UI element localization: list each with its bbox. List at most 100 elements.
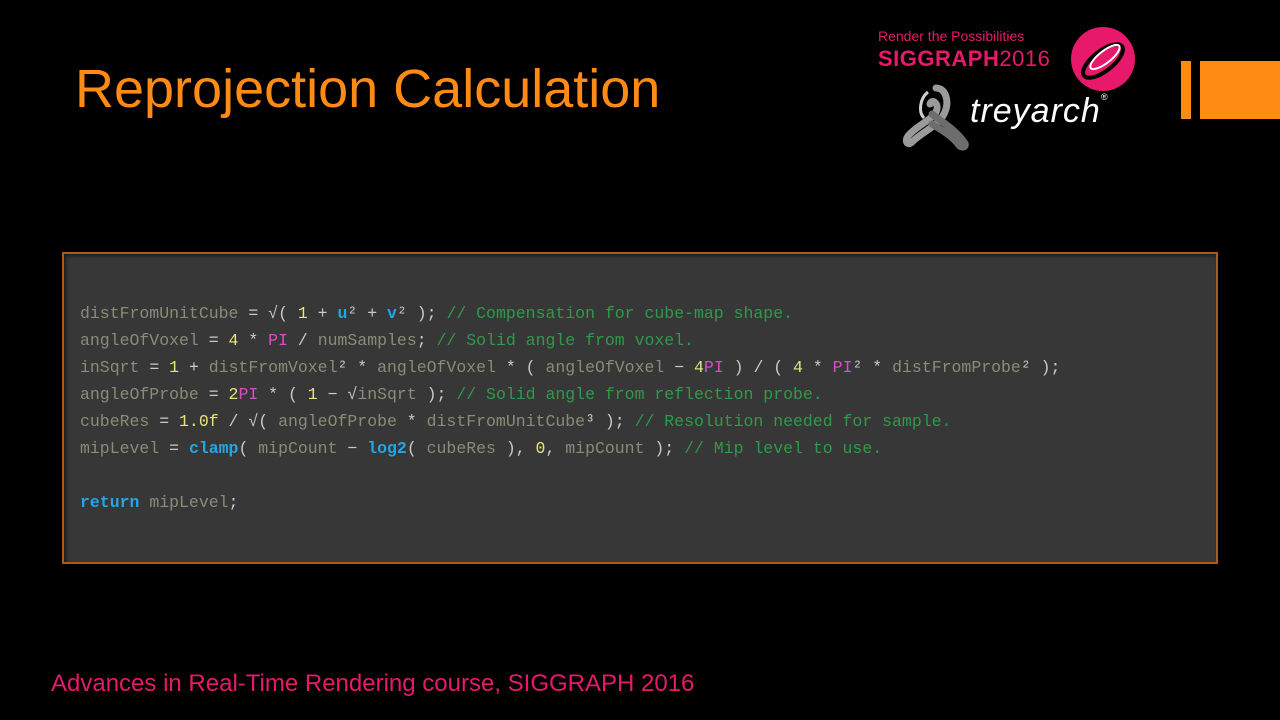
- code-comment: // Solid angle from reflection probe.: [456, 385, 823, 404]
- identifier: angleOfProbe: [80, 385, 199, 404]
- tagline: Render the Possibilities: [878, 28, 1025, 44]
- footer-text: Advances in Real-Time Rendering course, …: [51, 670, 695, 697]
- keyword: u: [337, 304, 348, 323]
- operator: /: [218, 412, 249, 431]
- identifier: mipCount: [565, 439, 645, 458]
- siggraph-treyarch-logo: Render the Possibilities SIGGRAPH2016 tr…: [878, 27, 1148, 153]
- operator: −: [664, 358, 695, 377]
- number: 1: [169, 358, 180, 377]
- constant: PI: [703, 358, 724, 377]
- operator: −: [337, 439, 368, 458]
- code-line: cubeRes = 1.0f / √( angleOfProbe * distF…: [80, 408, 1060, 435]
- operator: ),: [495, 439, 536, 458]
- identifier: angleOfVoxel: [545, 358, 665, 377]
- trademark-symbol: ®: [1100, 92, 1109, 102]
- operator: * (: [495, 358, 546, 377]
- number: 2: [228, 385, 239, 404]
- operator: );: [594, 412, 635, 431]
- constant: PI: [832, 358, 853, 377]
- keyword: log2: [367, 439, 407, 458]
- operator: *: [238, 331, 269, 350]
- number: 0: [535, 439, 546, 458]
- identifier: distFromVoxel: [208, 358, 338, 377]
- operator: =: [238, 304, 269, 323]
- operator: ;: [416, 331, 437, 350]
- operator: =: [198, 385, 229, 404]
- code-line: angleOfProbe = 2PI * ( 1 − √inSqrt ); //…: [80, 381, 1060, 408]
- operator: * (: [258, 385, 308, 404]
- operator: +: [307, 304, 338, 323]
- operator: (: [238, 439, 259, 458]
- operator: );: [406, 304, 447, 323]
- identifier: angleOfProbe: [278, 412, 397, 431]
- keyword: return: [80, 493, 140, 512]
- operator: =: [159, 439, 189, 458]
- siggraph-wordmark: SIGGRAPH2016: [878, 46, 1050, 72]
- number: 4: [793, 358, 803, 377]
- identifier: angleOfVoxel: [80, 331, 199, 350]
- code-comment: // Compensation for cube-map shape.: [446, 304, 794, 323]
- operator: *: [802, 358, 833, 377]
- number: 4: [694, 358, 704, 377]
- identifier: mipLevel: [80, 439, 160, 458]
- operator: );: [1030, 358, 1061, 377]
- siggraph-year: 2016: [999, 46, 1051, 71]
- operator: −: [317, 385, 348, 404]
- exponent: ²: [337, 358, 348, 377]
- exponent: ²: [396, 304, 407, 323]
- operator: ,: [545, 439, 566, 458]
- sqrt-symbol: √: [248, 412, 259, 431]
- operator: );: [416, 385, 457, 404]
- identifier: cubeRes: [80, 412, 150, 431]
- siggraph-logo-icon: [1071, 27, 1135, 91]
- exponent: ²: [347, 304, 358, 323]
- exponent: ²: [852, 358, 863, 377]
- constant: PI: [268, 331, 288, 350]
- exponent: ³: [585, 412, 595, 431]
- operator: *: [396, 412, 427, 431]
- identifier: mipLevel: [149, 493, 229, 512]
- exponent: ²: [1020, 358, 1031, 377]
- accent-bar-wide: [1200, 61, 1280, 119]
- keyword: clamp: [188, 439, 239, 458]
- number: 1.0f: [179, 412, 219, 431]
- identifier: cubeRes: [426, 439, 496, 458]
- operator: *: [862, 358, 893, 377]
- code-line: distFromUnitCube = √( 1 + u² + v² ); // …: [80, 300, 1060, 327]
- number: 1: [297, 304, 308, 323]
- operator: (: [258, 412, 279, 431]
- identifier: distFromUnitCube: [426, 412, 586, 431]
- operator: (: [278, 304, 298, 323]
- code-block: distFromUnitCube = √( 1 + u² + v² ); // …: [62, 252, 1218, 564]
- number: 4: [228, 331, 239, 350]
- operator: =: [139, 358, 170, 377]
- code-comment: // Resolution needed for sample.: [634, 412, 952, 431]
- operator: *: [347, 358, 378, 377]
- identifier: distFromProbe: [892, 358, 1021, 377]
- code-comment: // Mip level to use.: [684, 439, 883, 458]
- operator: +: [357, 304, 388, 323]
- code-text: distFromUnitCube = √( 1 + u² + v² ); // …: [80, 300, 1060, 516]
- sqrt-symbol: √: [268, 304, 279, 323]
- operator: (: [406, 439, 427, 458]
- operator: ) / (: [723, 358, 794, 377]
- operator: /: [287, 331, 318, 350]
- identifier: mipCount: [258, 439, 338, 458]
- code-line: return mipLevel;: [80, 489, 1060, 516]
- identifier: inSqrt: [80, 358, 140, 377]
- treyarch-wordmark: treyarch®: [970, 92, 1108, 131]
- identifier: inSqrt: [357, 385, 417, 404]
- siggraph-name: SIGGRAPH: [878, 46, 1000, 71]
- keyword: v: [387, 304, 397, 323]
- operator: ;: [228, 493, 239, 512]
- accent-bar-thin: [1181, 61, 1191, 119]
- constant: PI: [238, 385, 259, 404]
- number: 1: [307, 385, 318, 404]
- treyarch-name: treyarch: [970, 92, 1101, 130]
- identifier: angleOfVoxel: [377, 358, 496, 377]
- operator: );: [644, 439, 685, 458]
- code-line: angleOfVoxel = 4 * PI / numSamples; // S…: [80, 327, 1060, 354]
- treyarch-logo-icon: [902, 84, 969, 151]
- identifier: numSamples: [317, 331, 417, 350]
